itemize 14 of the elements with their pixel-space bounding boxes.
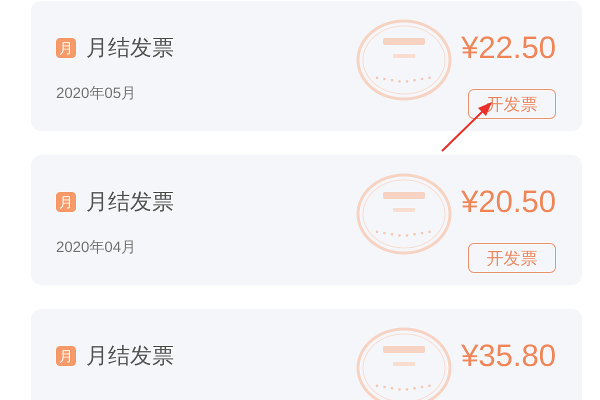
invoice-card[interactable]: 月 月结发票 2020年05月 ¥22.50 开发票 bbox=[31, 1, 582, 131]
month-badge: 月 bbox=[56, 346, 76, 366]
invoice-title: 月结发票 bbox=[86, 34, 174, 62]
invoice-amount: ¥20.50 bbox=[461, 184, 556, 220]
invoice-card[interactable]: 月 月结发票 2020年04月 ¥20.50 开发票 bbox=[31, 155, 582, 285]
invoice-date: 2020年05月 bbox=[56, 84, 138, 104]
invoice-card[interactable]: 月 月结发票 ¥35.80 bbox=[31, 309, 582, 400]
month-badge: 月 bbox=[56, 38, 76, 58]
invoice-title: 月结发票 bbox=[86, 342, 174, 370]
invoice-amount: ¥22.50 bbox=[461, 30, 556, 66]
invoice-amount: ¥35.80 bbox=[461, 338, 556, 374]
invoice-title: 月结发票 bbox=[86, 188, 174, 216]
invoice-date: 2020年04月 bbox=[56, 238, 138, 258]
month-badge: 月 bbox=[56, 192, 76, 212]
